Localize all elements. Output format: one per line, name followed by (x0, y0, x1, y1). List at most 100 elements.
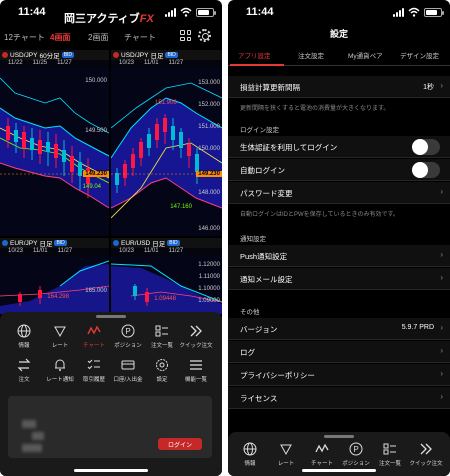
menu-function-list[interactable]: 機能一覧 (176, 358, 216, 383)
candlestick-chart (111, 68, 222, 236)
bid-badge: BID (54, 240, 67, 246)
low-label: 149.04 (82, 184, 101, 190)
nav-label: 注文一覧 (378, 461, 401, 467)
pair-label: EUR/JPY (10, 239, 38, 247)
tab-design-settings[interactable]: デザイン設定 (400, 50, 439, 60)
order-list-icon (155, 325, 168, 337)
tab-my-currency-pairs[interactable]: My通貨ペア (348, 50, 383, 60)
bell-icon (55, 359, 65, 371)
row-label: Push通知設定 (240, 252, 288, 261)
menu-quick-order[interactable]: クイック注文 (176, 324, 216, 349)
candlestick-icon (315, 443, 329, 453)
flag-icon (2, 52, 8, 58)
menu-info[interactable]: 情報 (4, 324, 44, 349)
redacted-text (22, 444, 42, 452)
push-notification-row[interactable]: Push通知設定 › (228, 245, 450, 267)
sheet-drag-handle[interactable] (96, 315, 126, 318)
status-time: 11:44 (246, 6, 274, 18)
nav-chart[interactable]: チャート (304, 442, 340, 467)
pair-label: USD/JPY (121, 51, 149, 59)
cellular-signal-icon (393, 7, 404, 17)
rate-triangle-icon (54, 326, 66, 338)
menu-label: レート通知 (46, 377, 74, 383)
flag-icon (113, 52, 119, 58)
interval-label: 日足 (152, 241, 166, 248)
nav-rate[interactable]: レート (268, 442, 304, 467)
nav-label: クイック注文 (409, 461, 443, 467)
interval-label: 日足 (39, 241, 53, 248)
tab-order-settings[interactable]: 注文設定 (298, 50, 324, 60)
nav-info[interactable]: 情報 (232, 442, 268, 467)
password-change-row[interactable]: パスワード変更 › (228, 182, 450, 204)
tab-12-chart[interactable]: 12チャート (4, 32, 45, 43)
globe-icon (243, 442, 257, 456)
double-chevron-icon (190, 325, 202, 337)
wifi-icon (408, 7, 420, 17)
tab-app-settings[interactable]: アプリ設定 (238, 50, 271, 60)
date-tick: 11/25 (32, 60, 48, 66)
chart-panel-eurusd-daily[interactable]: EUR/USD 日足 BID 10/23 11/01 11/27 1.12000 1.1… (111, 238, 222, 314)
pair-label: EUR/USD (121, 239, 151, 247)
chart-panel-usdjpy-daily[interactable]: USD/JPY 日足 BID 10/23 11/01 11/27 153.000… (111, 50, 222, 236)
row-label: 通知メール設定 (240, 275, 293, 284)
y-tick: 1.10000 (198, 286, 220, 292)
menu-order[interactable]: 注文 (4, 358, 44, 383)
high-label: 1.09448 (154, 296, 176, 302)
row-label: 自動ログイン (240, 166, 285, 175)
current-price-tag: 149.230 (196, 171, 222, 177)
layout-grid-icon[interactable] (180, 30, 191, 41)
sheet-drag-handle[interactable] (324, 435, 354, 438)
globe-icon (17, 324, 31, 338)
nav-order-list[interactable]: 注文一覧 (372, 442, 408, 467)
row-label: ログ (240, 348, 255, 357)
battery-icon (196, 7, 216, 17)
version-row[interactable]: バージョン 5.9.7 PRD › (228, 318, 450, 340)
y-tick: 1.11000 (198, 274, 220, 280)
y-tick: 165.000 (85, 288, 107, 294)
gear-icon[interactable] (198, 29, 211, 42)
tab-2-screen[interactable]: 2画面 (88, 32, 108, 43)
date-tick: 11/01 (33, 248, 48, 254)
status-bar: 11:44 (228, 0, 450, 26)
license-row[interactable]: ライセンス › (228, 387, 450, 409)
auto-login-toggle[interactable] (412, 162, 440, 178)
row-label: プライバシーポリシー (240, 371, 315, 380)
candlestick-chart (0, 256, 109, 314)
nav-quick-order[interactable]: クイック注文 (408, 442, 444, 467)
chevron-right-icon: › (440, 250, 443, 259)
nav-position[interactable]: P ポジション (338, 442, 374, 467)
menu-label: レート (51, 343, 69, 349)
chart-panel-usdjpy-60min[interactable]: USD/JPY 60分足 BID 11/22 11/25 11/27 150.0… (0, 50, 109, 236)
menu-label: 機能一覧 (184, 377, 207, 383)
login-button[interactable]: ログイン (158, 438, 202, 450)
menu-label: 情報 (18, 343, 30, 349)
biometric-toggle[interactable] (412, 139, 440, 155)
settings-screen: 11:44 設定 アプリ設定 注文設定 My通貨ペア デザイン設定 損益計算更新… (228, 0, 450, 476)
privacy-policy-row[interactable]: プライバシーポリシー › (228, 364, 450, 386)
mail-notification-row[interactable]: 通知メール設定 › (228, 268, 450, 290)
y-tick: 150.000 (198, 146, 220, 152)
nav-label: レート (277, 461, 295, 467)
nav-label: ポジション (342, 461, 370, 467)
position-p-icon: P (121, 324, 135, 338)
tab-4-screen[interactable]: 4画面 (50, 32, 70, 43)
chevron-right-icon: › (440, 273, 443, 282)
refresh-interval-row[interactable]: 損益計算更新間隔 1秒 › (228, 76, 450, 98)
card-icon (121, 360, 135, 370)
hamburger-icon (190, 360, 202, 370)
chevron-right-icon: › (440, 346, 443, 355)
tab-chart[interactable]: チャート (124, 32, 156, 43)
row-label: 生体認証を利用してログイン (240, 143, 338, 152)
rate-triangle-icon (280, 444, 292, 456)
low-label: 147.160 (170, 204, 192, 210)
interval-label: 日足 (150, 53, 164, 60)
date-tick: 11/01 (144, 248, 159, 254)
menu-label: チャート (83, 343, 105, 349)
candlestick-icon (87, 325, 101, 335)
status-time: 11:44 (18, 6, 46, 18)
pair-label: USD/JPY (10, 51, 38, 59)
auto-login-row: 自動ログイン (228, 159, 450, 181)
nav-label: チャート (311, 461, 333, 467)
log-row[interactable]: ログ › (228, 341, 450, 363)
chart-panel-eurjpy-daily[interactable]: EUR/JPY 日足 BID 10/23 11/01 11/27 165.000 164… (0, 238, 109, 314)
